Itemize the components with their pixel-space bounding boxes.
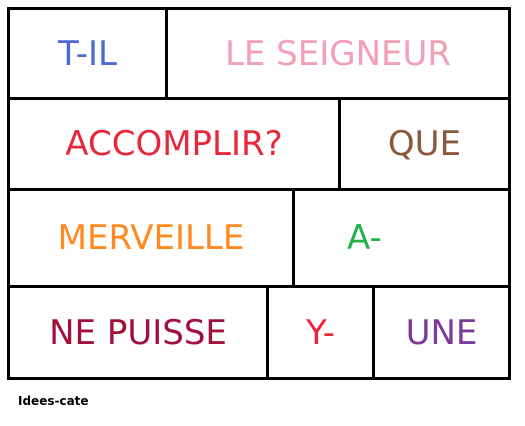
word-cell: T-IL: [10, 10, 165, 97]
word-cell: UNE: [372, 288, 508, 377]
word-text: MERVEILLE: [57, 218, 245, 258]
word-cell: Y-: [266, 288, 372, 377]
grid-row-3: MERVEILLE A-: [10, 191, 508, 285]
word-text: QUE: [387, 124, 462, 164]
word-grid: T-IL LE SEIGNEUR ACCOMPLIR? QUE MERVEILL…: [7, 7, 511, 380]
word-cell: LE SEIGNEUR: [165, 10, 508, 97]
grid-row-2: ACCOMPLIR? QUE: [10, 100, 508, 188]
word-text: ACCOMPLIR?: [65, 124, 283, 164]
grid-row-4: NE PUISSE Y- UNE: [10, 288, 508, 377]
word-cell: A-: [292, 191, 508, 285]
word-text: UNE: [405, 312, 478, 353]
word-cell: MERVEILLE: [10, 191, 292, 285]
word-text: A-: [347, 218, 382, 258]
word-cell: NE PUISSE: [10, 288, 266, 377]
word-cell: QUE: [338, 100, 508, 188]
word-text: Y-: [305, 312, 335, 353]
word-cell: ACCOMPLIR?: [10, 100, 338, 188]
grid-row-1: T-IL LE SEIGNEUR: [10, 10, 508, 97]
word-text: T-IL: [58, 33, 117, 74]
word-text: LE SEIGNEUR: [224, 33, 452, 74]
watermark-text: Idees-cate: [18, 394, 89, 408]
word-text: NE PUISSE: [49, 312, 227, 353]
